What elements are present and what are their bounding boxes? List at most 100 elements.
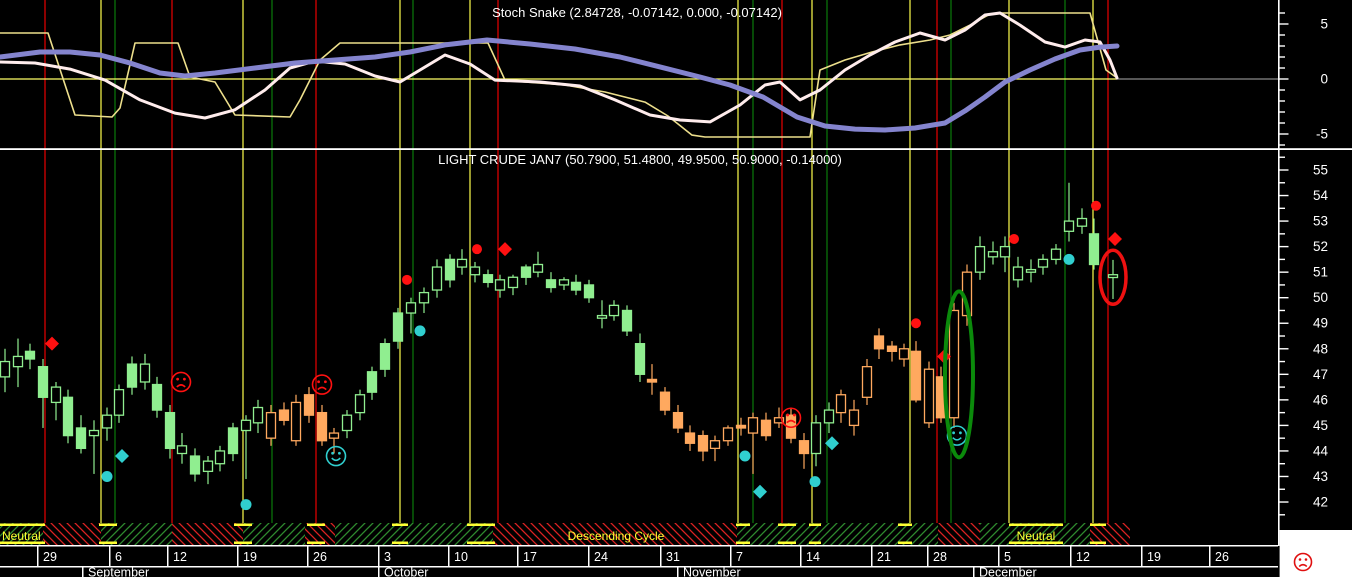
candle-body (153, 385, 162, 411)
candle-body (800, 441, 809, 454)
candle-body (737, 425, 746, 428)
week-label: 19 (1147, 550, 1161, 564)
cycle-mark (898, 542, 912, 545)
week-label: 26 (313, 550, 327, 564)
candle-body (318, 413, 327, 441)
panel-separator (0, 148, 1352, 150)
week-separator (37, 547, 39, 567)
cycle-mark (1009, 524, 1063, 527)
price-axis-label: 50 (1313, 290, 1328, 305)
price-axis-label: 44 (1313, 443, 1329, 458)
cycle-mark (392, 524, 408, 527)
cycle-mark (0, 524, 45, 527)
candle-body (598, 316, 607, 319)
candle-body (216, 451, 225, 464)
cycle-mark (809, 542, 821, 545)
price-axis-label: 47 (1313, 367, 1328, 382)
month-label: November (683, 566, 741, 577)
candle-body (623, 310, 632, 330)
candle-body (912, 351, 921, 400)
candle-body (128, 364, 137, 387)
week-separator (871, 547, 873, 567)
candle-body (484, 275, 493, 283)
candle-body (381, 344, 390, 370)
candle-body (254, 408, 263, 423)
candle-body (204, 461, 213, 471)
candle-body (863, 367, 872, 398)
buy-dot-icon (102, 471, 113, 482)
candle-body (52, 387, 61, 402)
candle-body (950, 310, 959, 417)
axis-border (0, 545, 1278, 547)
sell-dot-icon (1091, 201, 1101, 211)
cycle-mark (809, 524, 821, 527)
candle-body (14, 356, 23, 366)
candle-body (925, 369, 934, 423)
price-axis-label: 43 (1313, 469, 1328, 484)
candle-body (1065, 221, 1074, 231)
corner-panel (1280, 530, 1352, 577)
candle-body (471, 267, 480, 275)
price-axis-label: 52 (1313, 239, 1328, 254)
month-separator (677, 568, 679, 577)
candle-body (39, 367, 48, 398)
cycle-mark (307, 542, 325, 545)
cycle-mark (778, 524, 796, 527)
stoch-axis-label: 0 (1320, 72, 1328, 87)
cycle-mark (736, 542, 750, 545)
candle-body (837, 395, 846, 413)
cycle-mark (392, 542, 408, 545)
week-separator (448, 547, 450, 567)
candle-body (446, 259, 455, 279)
candle-body (229, 428, 238, 454)
week-label: 14 (806, 550, 820, 564)
price-axis-label: 48 (1313, 341, 1328, 356)
candle-body (610, 305, 619, 315)
candle-body (90, 431, 99, 436)
week-label: 5 (1004, 550, 1011, 564)
candle-body (458, 259, 467, 267)
candle-body (343, 415, 352, 430)
right-axis-line (1278, 0, 1280, 546)
sell-dot-icon (402, 275, 412, 285)
candle-body (1090, 234, 1099, 265)
week-label: 24 (594, 550, 608, 564)
week-label: 31 (666, 550, 680, 564)
candle-body (166, 413, 175, 449)
price-axis-label: 51 (1313, 265, 1328, 280)
cycle-mark (99, 524, 117, 527)
stoch-panel-title: Stoch Snake (2.84728, -0.07142, 0.000, -… (492, 5, 782, 20)
week-label: 12 (1076, 550, 1090, 564)
week-label: 26 (1215, 550, 1229, 564)
week-separator (307, 547, 309, 567)
candle-body (636, 344, 645, 375)
cycle-mark (99, 542, 117, 545)
sell-dot-icon (472, 244, 482, 254)
week-label: 17 (523, 550, 537, 564)
month-label: September (88, 566, 149, 577)
candle-body (547, 280, 556, 288)
trading-chart-window: 29612192631017243171421285121926Septembe… (0, 0, 1352, 577)
sell-dot-icon (1009, 234, 1019, 244)
candle-body (191, 456, 200, 474)
candle-body (812, 423, 821, 454)
candle-body (888, 346, 897, 351)
week-separator (927, 547, 929, 567)
week-separator (1209, 547, 1211, 567)
candle-body (420, 293, 429, 303)
month-separator (82, 568, 84, 577)
candle-body (560, 280, 569, 285)
price-axis-label: 42 (1313, 495, 1328, 510)
candle-body (749, 418, 758, 433)
candle-body (242, 420, 251, 430)
candle-body (292, 402, 301, 440)
chart-canvas[interactable]: 29612192631017243171421285121926Septembe… (0, 0, 1352, 577)
week-label: 19 (243, 550, 257, 564)
candle-body (141, 364, 150, 382)
candle-body (305, 395, 314, 415)
week-separator (730, 547, 732, 567)
week-separator (167, 547, 169, 567)
candle-body (875, 336, 884, 349)
cycle-mark (307, 524, 325, 527)
candle-body (496, 280, 505, 290)
